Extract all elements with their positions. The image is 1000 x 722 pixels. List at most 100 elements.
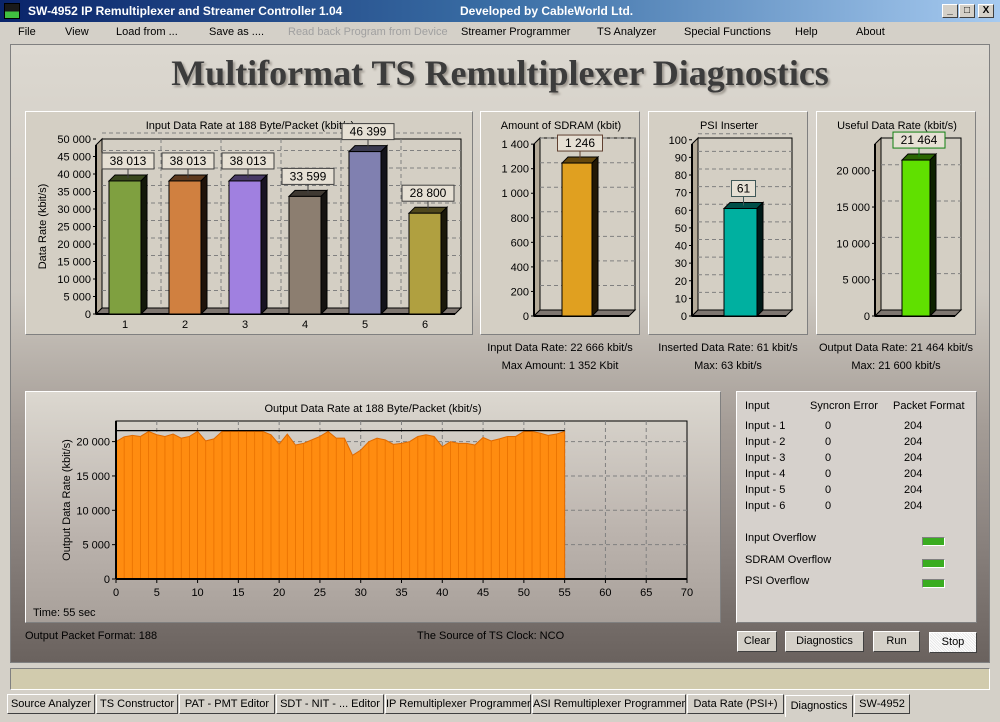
menu-special-functions[interactable]: Special Functions (684, 26, 771, 38)
sdram-chart-panel: Amount of SDRAM (kbit) 0 200 400 600 800 1 000… (480, 111, 640, 335)
close-button[interactable]: X (978, 4, 994, 18)
row-packet-format: 204 (904, 484, 923, 496)
app-icon (4, 3, 20, 19)
x-tick-label: 2 (182, 319, 188, 331)
row-packet-format: 204 (904, 436, 923, 448)
tab-ip-remultiplexer-programmer[interactable]: IP Remultiplexer Programmer (385, 694, 531, 714)
stop-button[interactable]: Stop (929, 632, 977, 653)
y-tick-label: 25 000 (57, 222, 91, 234)
y-tick-label: 400 (511, 262, 529, 274)
x-tick-label: 4 (302, 319, 308, 331)
header-input: Input (745, 400, 770, 412)
bar-side (380, 144, 388, 316)
psi-chart-panel: PSI Inserter 0 10 20 30 40 50 60 70 80 90 100 61 (648, 111, 808, 335)
menu-streamer-programmer[interactable]: Streamer Programmer (461, 26, 570, 38)
tab-source-analyzer[interactable]: Source Analyzer (7, 694, 95, 714)
maximize-button[interactable]: □ (959, 4, 975, 18)
row-packet-format: 204 (904, 452, 923, 464)
menu-ts-analyzer[interactable]: TS Analyzer (597, 26, 656, 38)
y-tick-label: 800 (511, 213, 529, 225)
y-tick-label: 0 (85, 309, 91, 321)
x-tick-label: 65 (640, 587, 652, 599)
tab-data-rate-psi[interactable]: Data Rate (PSI+) (687, 694, 784, 714)
bar-side (929, 152, 937, 318)
y-tick-label: 20 (675, 276, 687, 288)
row-packet-format: 204 (904, 500, 923, 512)
run-button[interactable]: Run (873, 631, 920, 652)
bar (348, 151, 382, 315)
window-title: SW-4952 IP Remultiplexer and Streamer Co… (28, 4, 343, 18)
row-input-name: Input - 2 (745, 436, 786, 448)
tab-sdt-nit-editor[interactable]: SDT - NIT - ... Editor (276, 694, 384, 714)
tab-asi-remultiplexer-programmer[interactable]: ASI Remultiplexer Programmer (532, 694, 686, 714)
menu-read-back[interactable]: Read back Program from Device (288, 26, 448, 38)
menu-file[interactable]: File (18, 26, 36, 38)
psi-overflow-indicator (922, 579, 945, 588)
bar (168, 180, 202, 315)
useful-rate-chart: Useful Data Rate (kbit/s) 0 5 000 10 000 15 … (836, 120, 963, 323)
y-tick-label: 80 (675, 170, 687, 182)
menu-about[interactable]: About (856, 26, 885, 38)
chart-title: Amount of SDRAM (kbit) (501, 120, 621, 132)
x-tick-label: 6 (422, 319, 428, 331)
menu-help[interactable]: Help (795, 26, 818, 38)
y-tick-label: 10 (675, 293, 687, 305)
y-tick-label: 600 (511, 237, 529, 249)
row-packet-format: 204 (904, 468, 923, 480)
tab-ts-constructor[interactable]: TS Constructor (96, 694, 178, 714)
row-input-name: Input - 4 (745, 468, 786, 480)
tab-sw-4952[interactable]: SW-4952 (854, 694, 910, 714)
page-title: Multiformat TS Remultiplexer Diagnostics (171, 53, 829, 93)
input-status-panel: Input Syncron Error Packet Format Input … (736, 391, 977, 623)
row-syncron-error: 0 (825, 436, 832, 448)
row-input-name: Input - 3 (745, 452, 786, 464)
sdram-overflow-label: SDRAM Overflow (745, 554, 832, 566)
output-data-rate: Output Data Rate: 21 464 kbit/s (818, 342, 974, 354)
input-rate-chart: Input Data Rate at 188 Byte/Packet (kbit… (37, 120, 463, 331)
x-tick-label: 40 (436, 587, 448, 599)
x-tick-label: 60 (599, 587, 611, 599)
bar-side (260, 173, 268, 316)
y-tick-label: 15 000 (836, 202, 870, 214)
minimize-button[interactable]: _ (942, 4, 958, 18)
bar-side (591, 155, 599, 318)
y-tick-label: 30 000 (57, 204, 91, 216)
y-tick-label: 35 000 (57, 187, 91, 199)
chart-title: Input Data Rate at 188 Byte/Packet (kbit… (146, 120, 355, 132)
y-tick-label: 15 000 (76, 471, 110, 483)
value-label: 33 599 (290, 169, 327, 183)
y-tick-label: 50 000 (57, 134, 91, 146)
chart-title: Useful Data Rate (kbit/s) (837, 120, 957, 132)
menu-load-from[interactable]: Load from ... (116, 26, 178, 38)
bar (108, 180, 142, 315)
value-label: 21 464 (901, 133, 938, 147)
y-tick-label: 20 000 (57, 239, 91, 251)
row-syncron-error: 0 (825, 468, 832, 480)
clear-button[interactable]: Clear (737, 631, 777, 652)
row-packet-format: 204 (904, 420, 923, 432)
row-syncron-error: 0 (825, 452, 832, 464)
chart-title: PSI Inserter (700, 120, 758, 132)
x-tick-label: 50 (518, 587, 530, 599)
menu-save-as[interactable]: Save as .... (209, 26, 264, 38)
y-tick-label: 70 (675, 188, 687, 200)
menu-view[interactable]: View (65, 26, 89, 38)
y-tick-label: 40 000 (57, 169, 91, 181)
x-tick-label: 5 (154, 587, 160, 599)
value-label: 38 013 (170, 154, 207, 168)
x-tick-label: 1 (122, 319, 128, 331)
output-rate-area (115, 430, 566, 580)
y-tick-label: 200 (511, 286, 529, 298)
diagnostics-button[interactable]: Diagnostics (785, 631, 864, 652)
x-tick-label: 70 (681, 587, 693, 599)
psi-overflow-label: PSI Overflow (745, 575, 810, 587)
y-tick-label: 0 (104, 574, 110, 586)
y-tick-label: 100 (669, 135, 687, 147)
y-tick-label: 10 000 (836, 238, 870, 250)
psi-max: Max: 63 kbit/s (694, 360, 762, 372)
x-tick-label: 30 (355, 587, 367, 599)
y-axis-label: Data Rate (kbit/s) (37, 184, 49, 270)
tab-pat-pmt-editor[interactable]: PAT - PMT Editor (179, 694, 275, 714)
tab-diagnostics[interactable]: Diagnostics (785, 695, 853, 717)
x-tick-label: 45 (477, 587, 489, 599)
